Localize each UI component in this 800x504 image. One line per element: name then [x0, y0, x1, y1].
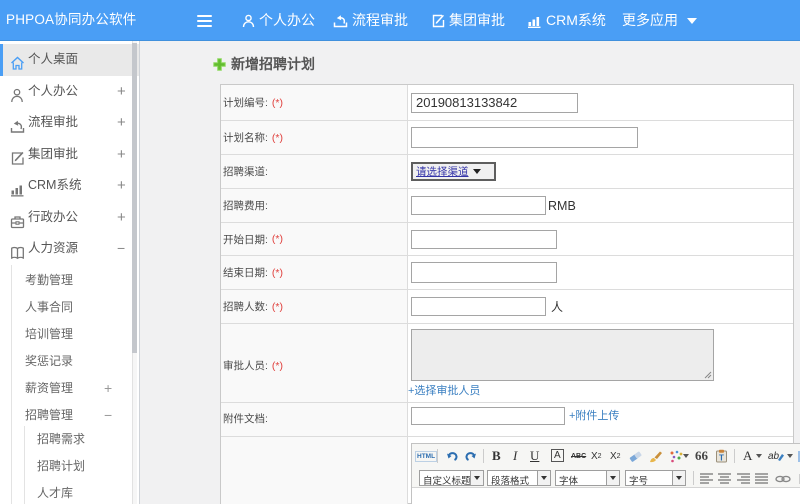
svg-text:T: T	[719, 454, 724, 463]
